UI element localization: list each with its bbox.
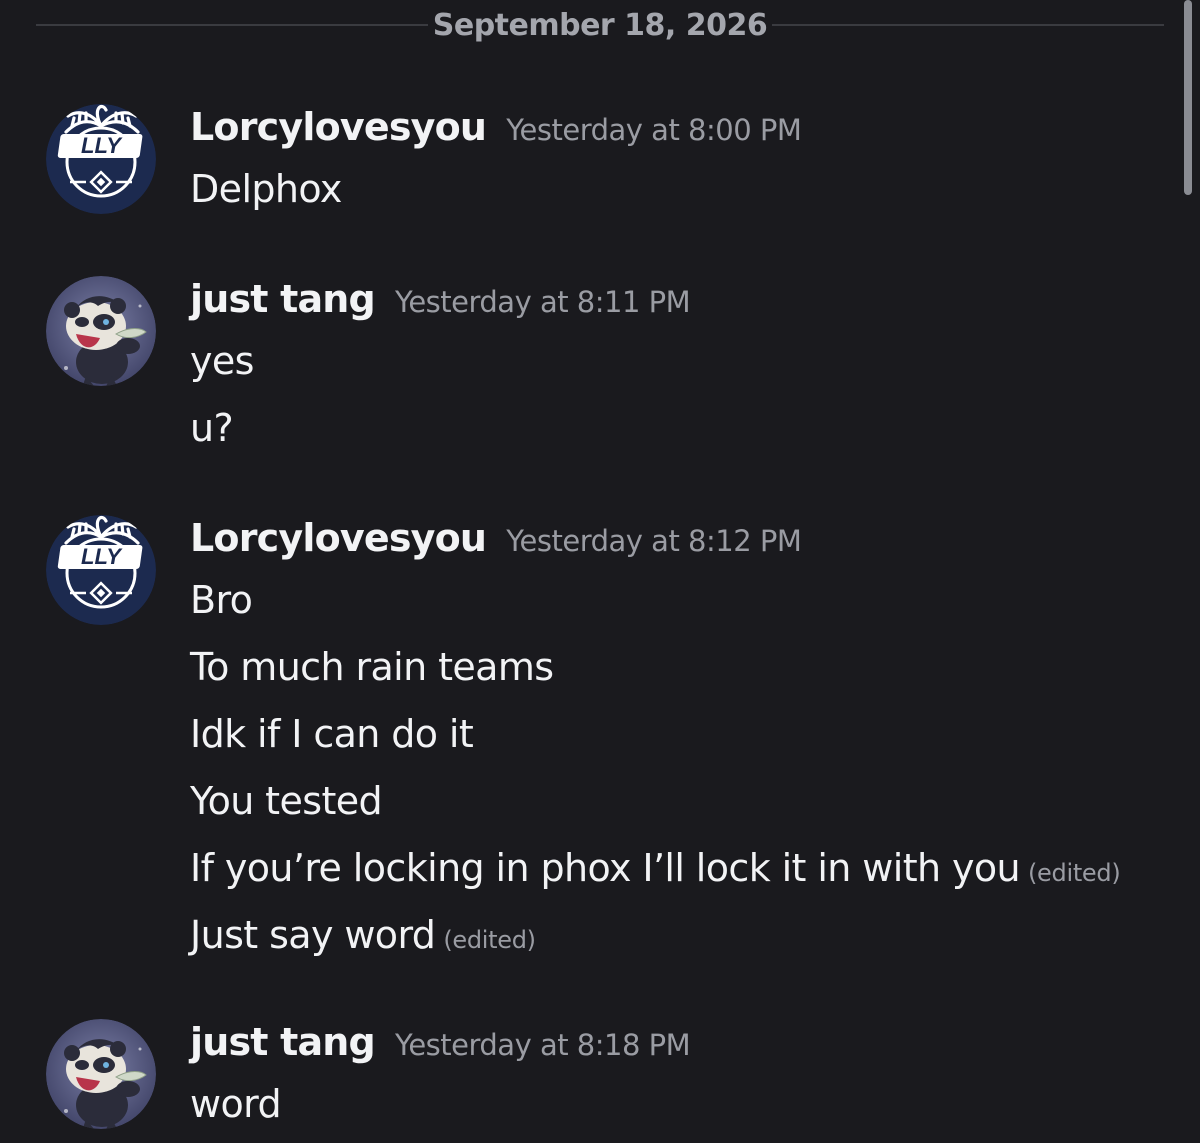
message-line[interactable]: If you’re locking in phox I’ll lock it i… xyxy=(190,835,1121,902)
message-header: Lorcylovesyou Yesterday at 8:12 PM xyxy=(190,511,802,565)
svg-text:LLY: LLY xyxy=(81,544,123,569)
message-content: Bro To much rain teams Idk if I can do it Y… xyxy=(190,567,1121,969)
message-group: LLY Lorcylovesyou Yesterday at 8:00 PM Del… xyxy=(0,100,1180,223)
message-header: Lorcylovesyou Yesterday at 8:00 PM xyxy=(190,100,802,154)
message-content: word xyxy=(190,1071,282,1138)
scrollbar[interactable] xyxy=(1184,0,1192,195)
message-text: Delphox xyxy=(190,167,342,211)
message-line[interactable]: Delphox xyxy=(190,156,342,223)
message-text: word xyxy=(190,1082,282,1126)
message-line[interactable]: To much rain teams xyxy=(190,634,1120,701)
username[interactable]: Lorcylovesyou xyxy=(190,105,487,149)
message-text: u? xyxy=(190,406,234,450)
timestamp: Yesterday at 8:00 PM xyxy=(506,113,802,147)
timestamp: Yesterday at 8:12 PM xyxy=(506,524,802,558)
timestamp: Yesterday at 8:11 PM xyxy=(394,285,691,319)
timestamp: Yesterday at 8:18 PM xyxy=(394,1028,691,1062)
svg-text:LLY: LLY xyxy=(81,133,123,158)
lly-logo-avatar[interactable]: LLY xyxy=(46,515,156,625)
message-line[interactable]: yes xyxy=(190,328,254,395)
message-line[interactable]: Bro xyxy=(190,567,1120,634)
edited-marker: (edited) xyxy=(1027,859,1121,887)
lly-logo-avatar[interactable]: LLY xyxy=(46,104,156,214)
message-line[interactable]: You tested xyxy=(190,768,1120,835)
message-text: Bro xyxy=(190,578,253,622)
message-content: Delphox xyxy=(190,156,342,223)
divider-line-left xyxy=(36,24,428,26)
date-divider-label: September 18, 2026 xyxy=(432,8,768,43)
message-text: yes xyxy=(190,339,254,383)
message-group: LLY Lorcylovesyou Yesterday at 8:12 PM Bro… xyxy=(0,511,1180,969)
pangoro-avatar[interactable] xyxy=(46,1019,156,1129)
username[interactable]: just tang xyxy=(190,1020,376,1064)
divider-line-right xyxy=(772,24,1164,26)
message-text: You tested xyxy=(190,779,383,823)
scrollbar-thumb[interactable] xyxy=(1184,0,1192,195)
message-group: just tang Yesterday at 8:11 PM yes u? xyxy=(0,272,1180,462)
message-line[interactable]: u? xyxy=(190,395,254,462)
message-text: Idk if I can do it xyxy=(190,712,474,756)
message-group: just tang Yesterday at 8:18 PM word xyxy=(0,1015,1180,1138)
message-line[interactable]: Just say word (edited) xyxy=(190,902,1120,969)
pangoro-avatar[interactable] xyxy=(46,276,156,386)
message-line[interactable]: word xyxy=(190,1071,282,1138)
message-header: just tang Yesterday at 8:11 PM xyxy=(190,272,691,326)
username[interactable]: just tang xyxy=(190,277,376,321)
message-text: If you’re locking in phox I’ll lock it i… xyxy=(190,846,1021,890)
message-content: yes u? xyxy=(190,328,254,462)
message-text: To much rain teams xyxy=(190,645,554,689)
message-header: just tang Yesterday at 8:18 PM xyxy=(190,1015,691,1069)
edited-marker: (edited) xyxy=(443,926,536,954)
message-line[interactable]: Idk if I can do it xyxy=(190,701,1120,768)
username[interactable]: Lorcylovesyou xyxy=(190,516,487,560)
message-text: Just say word xyxy=(190,913,436,957)
date-divider: September 18, 2026 xyxy=(36,0,1164,52)
